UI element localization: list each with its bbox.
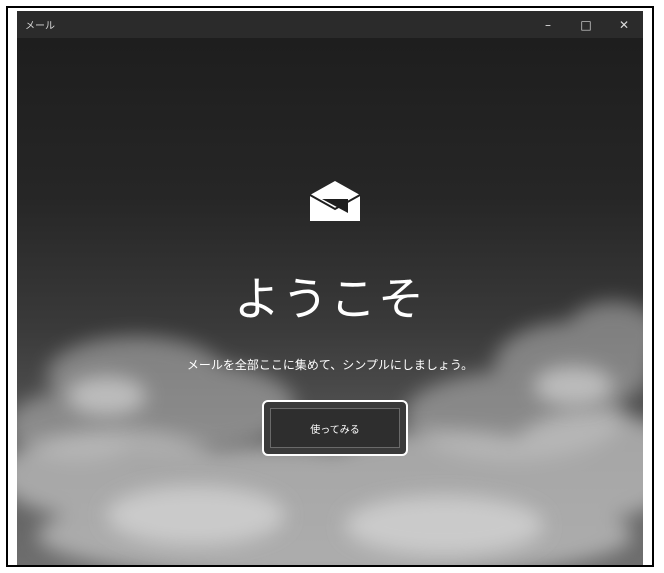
mail-icon (309, 181, 361, 221)
close-icon: ✕ (618, 17, 630, 32)
maximize-icon: □ (580, 17, 592, 32)
minimize-icon: – (545, 17, 551, 32)
welcome-subtitle: メールを全部ここに集めて、シンプルにしましょう。 (186, 358, 474, 372)
close-button[interactable]: ✕ (605, 11, 643, 38)
welcome-title: ようこそ (234, 272, 426, 326)
screenshot-frame: メール – □ ✕ ようこそ メールを全部ここに集めて、シンプルにしましょう。 … (6, 6, 654, 567)
minimize-button[interactable]: – (529, 11, 567, 38)
mail-app-window: メール – □ ✕ ようこそ メールを全部ここに集めて、シンプルにしましょう。 … (17, 11, 643, 565)
title-bar[interactable]: メール – □ ✕ (17, 11, 643, 38)
start-button-highlight: 使ってみる (262, 400, 408, 456)
window-controls: – □ ✕ (529, 11, 643, 38)
maximize-button[interactable]: □ (567, 11, 605, 38)
window-title: メール (25, 21, 55, 32)
get-started-button[interactable]: 使ってみる (270, 408, 400, 448)
welcome-screen: ようこそ メールを全部ここに集めて、シンプルにしましょう。 使ってみる (17, 38, 643, 565)
